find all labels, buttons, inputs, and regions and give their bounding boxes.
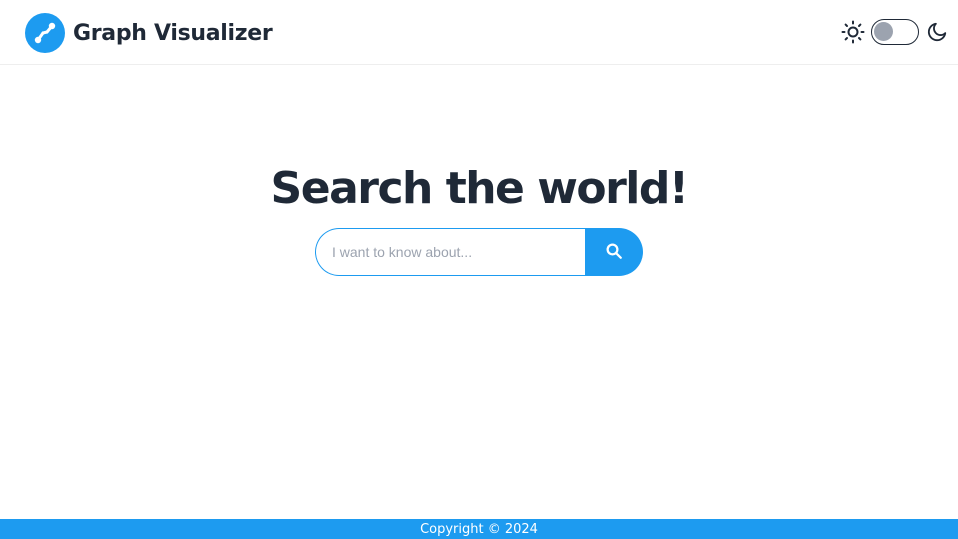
- top-navbar: Graph Visualizer: [0, 0, 958, 65]
- search-button[interactable]: [585, 228, 643, 276]
- page: Graph Visualizer Search the world! I wan…: [0, 0, 958, 539]
- sun-icon: [841, 20, 865, 44]
- footer: Copyright © 2024: [0, 519, 958, 539]
- moon-icon: [925, 20, 949, 44]
- brand[interactable]: Graph Visualizer: [25, 13, 273, 53]
- search-input[interactable]: [315, 228, 585, 276]
- search-icon: [605, 242, 623, 263]
- toggle-knob: [874, 22, 893, 41]
- search-form: [315, 228, 643, 276]
- graph-node-icon: [25, 13, 65, 53]
- dark-mode-toggle[interactable]: [871, 19, 919, 45]
- copyright-text: Copyright © 2024: [420, 521, 538, 537]
- theme-switch: [841, 19, 949, 45]
- app-title: Graph Visualizer: [73, 20, 273, 46]
- hero-heading: Search the world!: [270, 163, 689, 214]
